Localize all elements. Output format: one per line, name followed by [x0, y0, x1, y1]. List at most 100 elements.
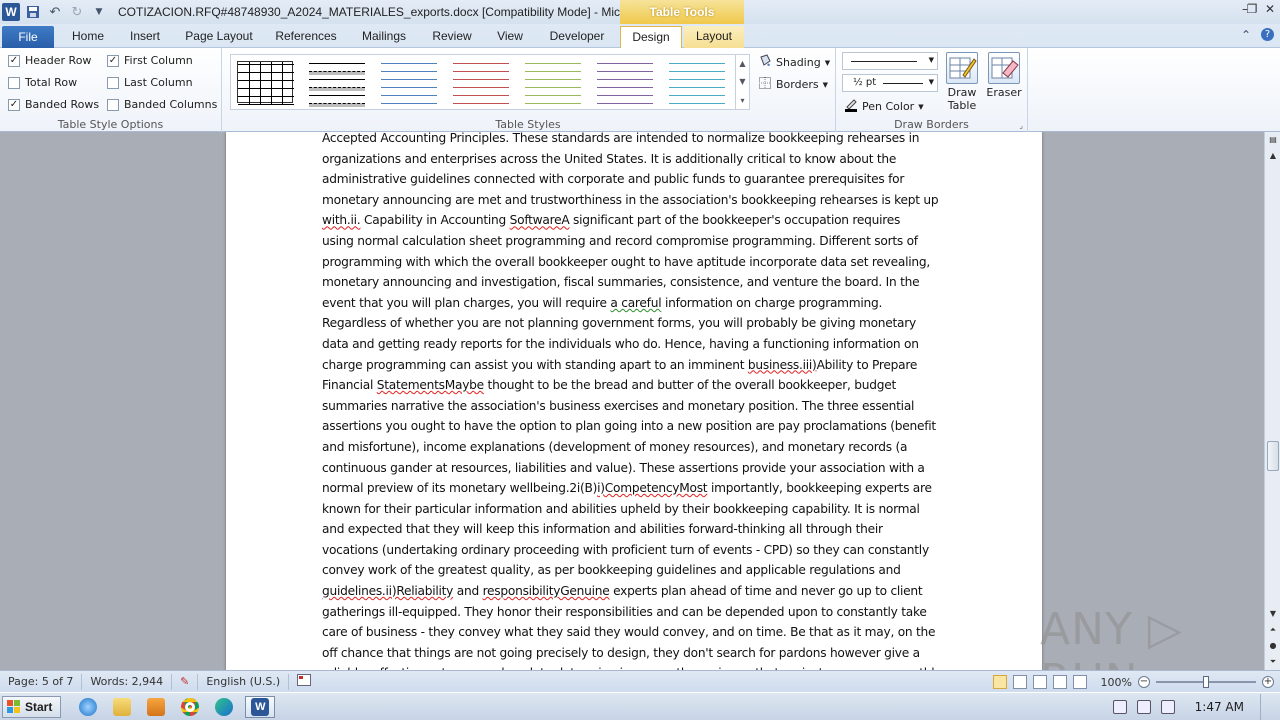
macro-record-icon[interactable]	[289, 673, 319, 690]
explorer-folder-icon[interactable]	[109, 696, 135, 718]
thumbnail-line	[453, 63, 509, 64]
tab-layout[interactable]: Layout	[684, 26, 744, 48]
last-column-checkbox[interactable]	[107, 76, 119, 89]
thumbnail-line	[453, 87, 509, 88]
banded-columns-checkbox[interactable]	[107, 98, 119, 111]
gallery-more-icon[interactable]: ▾	[735, 91, 749, 110]
first-column-checkbox[interactable]: ✓	[107, 54, 119, 67]
restore-button[interactable]: ❐	[1244, 0, 1260, 20]
word-count[interactable]: Words: 2,944	[82, 673, 173, 690]
pen-style-dropdown[interactable]: ▼	[842, 52, 938, 70]
media-player-icon[interactable]	[143, 696, 169, 718]
total-row-option[interactable]: Total Row	[8, 76, 77, 89]
tab-developer[interactable]: Developer	[540, 26, 614, 48]
zoom-out-icon[interactable]: −	[1138, 676, 1150, 688]
text-run: off chance that things are not going pre…	[322, 645, 920, 660]
zoom-slider[interactable]	[1156, 676, 1256, 688]
next-page-icon[interactable]: ⏷	[1265, 654, 1280, 670]
table-styles-gallery[interactable]: ▲ ▼ ▾	[230, 54, 750, 110]
tab-home[interactable]: Home	[64, 26, 112, 48]
scroll-up-icon[interactable]: ▲	[1265, 148, 1280, 164]
table-style-thumbnail[interactable]	[597, 61, 653, 104]
table-style-thumbnail[interactable]	[453, 61, 509, 104]
web-layout-icon[interactable]	[1032, 675, 1047, 689]
document-line: monetary announcing and investigation, f…	[322, 272, 948, 293]
eraser-button[interactable]: Eraser	[984, 52, 1024, 99]
outline-icon[interactable]	[1052, 675, 1067, 689]
draft-icon[interactable]	[1072, 675, 1087, 689]
tab-page-layout[interactable]: Page Layout	[180, 26, 258, 48]
previous-page-icon[interactable]: ⏶	[1265, 622, 1280, 638]
document-line: assertions you ought to have the option …	[322, 416, 948, 437]
tab-insert[interactable]: Insert	[122, 26, 168, 48]
last-column-option[interactable]: Last Column	[107, 76, 193, 89]
close-button[interactable]: ✕	[1262, 0, 1278, 20]
draw-table-button[interactable]: Draw Table	[942, 52, 982, 112]
network-icon[interactable]	[1136, 700, 1151, 714]
proofing-icon[interactable]: ✎	[172, 673, 199, 690]
dialog-launcher-icon[interactable]: ⌟	[1019, 121, 1023, 130]
page-count[interactable]: Page: 5 of 7	[0, 673, 83, 690]
tab-references[interactable]: References	[268, 26, 344, 48]
print-layout-icon[interactable]	[992, 675, 1007, 689]
tab-view[interactable]: View	[490, 26, 530, 48]
pen-weight-dropdown[interactable]: ½ pt ▼	[842, 74, 938, 92]
clock[interactable]: 1:47 AM	[1195, 700, 1244, 714]
borders-button[interactable]: Borders ▼	[758, 76, 828, 93]
thumbnail-line	[525, 71, 581, 72]
first-column-option[interactable]: ✓ First Column	[107, 54, 193, 67]
table-style-thumbnail[interactable]	[381, 61, 437, 104]
table-style-thumbnail[interactable]	[669, 61, 725, 104]
gallery-scroll-up-icon[interactable]: ▲	[735, 55, 749, 73]
table-style-thumbnail[interactable]	[309, 61, 365, 107]
language-indicator[interactable]: English (U.S.)	[198, 673, 290, 690]
zoom-level[interactable]: 100%	[1101, 676, 1132, 689]
show-desktop-button[interactable]	[1260, 694, 1274, 720]
draw-table-icon	[946, 52, 978, 84]
pen-color-button[interactable]: Pen Color ▼	[844, 98, 924, 115]
zoom-in-icon[interactable]: +	[1262, 676, 1274, 688]
help-icon[interactable]: ?	[1261, 28, 1274, 41]
redo-icon[interactable]: ↻	[68, 3, 86, 21]
thumbnail-line	[669, 71, 725, 72]
volume-icon[interactable]	[1112, 700, 1127, 714]
edge-icon[interactable]	[211, 696, 237, 718]
table-style-thumbnail[interactable]	[237, 61, 294, 105]
word-app-icon[interactable]: W	[2, 3, 20, 21]
thumbnail-line	[309, 63, 365, 64]
header-row-option[interactable]: ✓ Header Row	[8, 54, 91, 67]
chevron-down-icon: ▼	[822, 80, 828, 89]
zoom-slider-knob[interactable]	[1203, 676, 1209, 688]
start-button[interactable]: Start	[2, 695, 62, 718]
header-row-checkbox[interactable]: ✓	[8, 54, 20, 67]
vertical-scrollbar[interactable]: ▤ ▲ ▼ ⏶ ● ⏷	[1264, 132, 1280, 670]
tab-review[interactable]: Review	[424, 26, 480, 48]
save-icon[interactable]	[24, 3, 42, 21]
total-row-checkbox[interactable]	[8, 76, 20, 89]
chrome-icon[interactable]	[177, 696, 203, 718]
document-line: programming with which the overall bookk…	[322, 252, 948, 273]
banded-columns-option[interactable]: Banded Columns	[107, 98, 217, 111]
document-body[interactable]: Accepted Accounting Principles. These st…	[322, 132, 948, 670]
gallery-scroll-down-icon[interactable]: ▼	[735, 73, 749, 91]
scroll-down-icon[interactable]: ▼	[1265, 606, 1280, 622]
full-screen-reading-icon[interactable]	[1012, 675, 1027, 689]
tab-design[interactable]: Design	[620, 26, 682, 49]
banded-rows-option[interactable]: ✓ Banded Rows	[8, 98, 99, 111]
undo-icon[interactable]: ↶	[46, 3, 64, 21]
minimize-ribbon-icon[interactable]: ⌃	[1241, 28, 1251, 42]
tab-mailings[interactable]: Mailings	[354, 26, 414, 48]
scrollbar-thumb[interactable]	[1267, 441, 1279, 471]
table-style-thumbnail[interactable]	[525, 61, 581, 104]
shading-button[interactable]: Shading ▼	[758, 54, 830, 71]
tab-file[interactable]: File	[2, 26, 54, 48]
word-icon[interactable]: W	[245, 695, 276, 718]
select-browse-object-icon[interactable]: ●	[1265, 638, 1280, 654]
internet-explorer-icon[interactable]	[75, 696, 101, 718]
thumbnail-line	[669, 63, 725, 64]
banded-rows-checkbox[interactable]: ✓	[8, 98, 20, 111]
document-page[interactable]: Accepted Accounting Principles. These st…	[226, 132, 1042, 670]
action-center-flag-icon[interactable]	[1160, 700, 1175, 714]
ruler-toggle-icon[interactable]: ▤	[1265, 132, 1280, 148]
customize-qat-icon[interactable]: ▼	[90, 3, 108, 21]
